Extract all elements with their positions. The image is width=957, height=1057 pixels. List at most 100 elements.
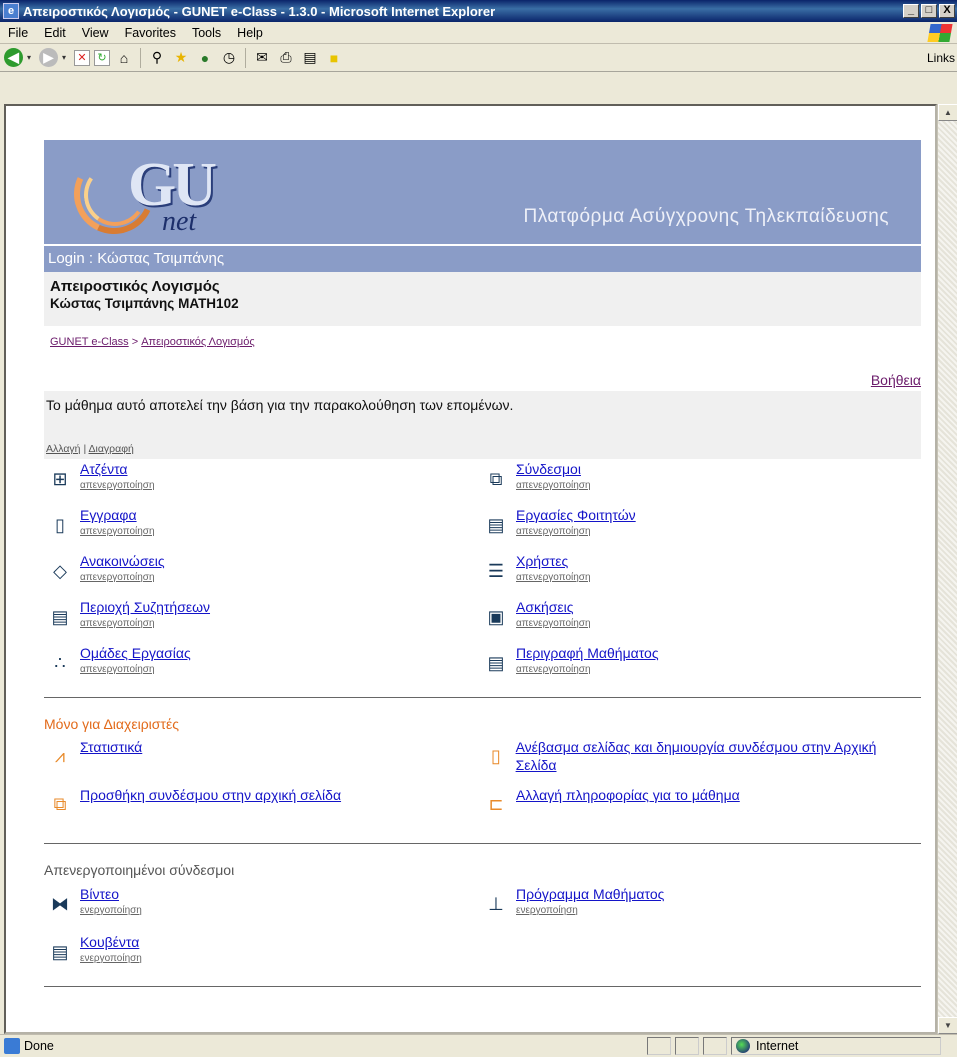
tool-deactivate-link[interactable]: απενεργοποίηση [516, 572, 591, 583]
description-delete-link[interactable]: Διαγραφή [89, 443, 134, 455]
admin-link[interactable]: Στατιστικά [80, 738, 142, 756]
site-banner: GU net Πλατφόρμα Ασύγχρονης Τηλεκπαίδευσ… [44, 140, 921, 246]
tool-deactivate-link[interactable]: απενεργοποίηση [516, 480, 591, 491]
tool-deactivate-link[interactable]: απενεργοποίηση [80, 480, 155, 491]
windows-logo-icon [927, 24, 953, 42]
back-icon[interactable]: ◀ [4, 48, 23, 67]
tool-link[interactable]: Κουβέντα [80, 934, 142, 950]
agenda-icon: ⊞ [52, 468, 68, 489]
maximize-button[interactable]: □ [921, 4, 937, 18]
breadcrumb-current[interactable]: Απειροστικός Λογισμός [141, 336, 254, 348]
tool-link[interactable]: Εργασίες Φοιτητών [516, 507, 636, 523]
tool-link[interactable]: Ασκήσεις [516, 599, 591, 615]
course-title: Απειροστικός Λογισμός [50, 278, 220, 295]
menu-bar: File Edit View Favorites Tools Help [0, 22, 957, 44]
window-title-bar: e Απειροστικός Λογισμός - GUNET e-Class … [0, 0, 957, 22]
description-edit-link[interactable]: Αλλαγή [46, 443, 81, 455]
home-icon[interactable]: ⌂ [114, 48, 134, 68]
window-title: Απειροστικός Λογισμός - GUNET e-Class - … [23, 3, 496, 19]
menu-view[interactable]: View [74, 26, 117, 40]
vertical-scrollbar[interactable]: ▲ ▼ [937, 104, 957, 1034]
divider [44, 986, 921, 987]
tool-users: ☰ Χρήστες απενεργοποίηση [480, 553, 916, 591]
divider [44, 697, 921, 698]
tool-exercises: ▣ Ασκήσεις απενεργοποίηση [480, 599, 916, 637]
menu-edit[interactable]: Edit [36, 26, 74, 40]
scroll-down-icon[interactable]: ▼ [938, 1017, 957, 1034]
admin-upload-page: ▯ Ανέβασμα σελίδας και δημιουργία συνδέσ… [480, 738, 916, 774]
course-subtitle: Κώστας Τσιμπάνης MATH102 [50, 296, 239, 311]
divider [44, 843, 921, 844]
back-dropdown-icon[interactable]: ▾ [27, 53, 35, 62]
tool-deactivate-link[interactable]: απενεργοποίηση [516, 526, 636, 537]
refresh-icon[interactable]: ↻ [94, 49, 110, 66]
admin-link[interactable]: Ανέβασμα σελίδας και δημιουργία συνδέσμο… [516, 738, 916, 774]
tool-link[interactable]: Χρήστες [516, 553, 591, 569]
course-header: Απειροστικός Λογισμός Κώστας Τσιμπάνης M… [44, 272, 921, 326]
zone-label: Internet [756, 1039, 799, 1053]
close-button[interactable]: X [939, 4, 955, 18]
tool-link[interactable]: Ομάδες Εργασίας [80, 645, 191, 661]
tool-link[interactable]: Ανακοινώσεις [80, 553, 165, 569]
history-icon[interactable]: ◷ [219, 48, 239, 68]
search-icon[interactable]: ⚲ [147, 48, 167, 68]
tool-deactivate-link[interactable]: απενεργοποίηση [80, 572, 165, 583]
tool-link[interactable]: Βίντεο [80, 886, 142, 902]
messenger-icon[interactable]: ■ [324, 48, 344, 68]
ie-logo-icon: e [3, 3, 19, 19]
tool-link[interactable]: Πρόγραμμα Μαθήματος [516, 886, 664, 902]
tool-link[interactable]: Περιοχή Συζητήσεων [80, 599, 210, 615]
tool-activate-link[interactable]: ενεργοποίηση [516, 905, 664, 916]
forward-dropdown-icon[interactable]: ▾ [62, 53, 70, 62]
minimize-button[interactable]: _ [903, 4, 919, 18]
status-bar: Done Internet [0, 1034, 957, 1057]
menu-help[interactable]: Help [229, 26, 271, 40]
breadcrumb-home[interactable]: GUNET e-Class [50, 336, 129, 348]
upload-page-icon: ▯ [490, 746, 501, 766]
login-bar: Login : Κώστας Τσιμπάνης [44, 244, 921, 272]
admin-add-link: ⧉ Προσθήκη συνδέσμου στην αρχική σελίδα [44, 786, 480, 815]
tool-link[interactable]: Εγγραφα [80, 507, 155, 523]
admin-course-info: ⊏ Αλλαγή πληροφορίας για το μάθημα [480, 786, 916, 815]
forward-icon[interactable]: ▶ [39, 48, 58, 67]
security-zone: Internet [731, 1037, 941, 1055]
tool-deactivate-link[interactable]: απενεργοποίηση [516, 618, 591, 629]
scroll-up-icon[interactable]: ▲ [938, 104, 957, 121]
stop-icon[interactable]: ✕ [74, 49, 90, 66]
inactive-course-program: ⊥ Πρόγραμμα Μαθήματος ενεργοποίηση [480, 886, 916, 924]
tool-announcements: ◇ Ανακοινώσεις απενεργοποίηση [44, 553, 480, 591]
print-icon[interactable]: ⎙ [276, 48, 296, 68]
menu-file[interactable]: File [0, 26, 36, 40]
media-icon[interactable]: ● [195, 48, 215, 68]
tool-activate-link[interactable]: ενεργοποίηση [80, 905, 142, 916]
inactive-grid: ⧓ Βίντεο ενεργοποίηση ⊥ Πρόγραμμα Μαθήματ… [44, 886, 921, 972]
course-description: Το μάθημα αυτό αποτελεί την βάση για την… [44, 391, 921, 459]
tool-link[interactable]: Ατζέντα [80, 461, 155, 477]
browser-content: GU net Πλατφόρμα Ασύγχρονης Τηλεκπαίδευσ… [4, 104, 937, 1034]
toolbar-separator [140, 47, 141, 68]
tool-deactivate-link[interactable]: απενεργοποίηση [80, 526, 155, 537]
statistics-icon: ⩘ [54, 746, 66, 766]
menu-tools[interactable]: Tools [184, 26, 229, 40]
tool-agenda: ⊞ Ατζέντα απενεργοποίηση [44, 461, 480, 499]
course-description-icon: ▤ [487, 652, 505, 673]
tool-deactivate-link[interactable]: απενεργοποίηση [516, 664, 659, 675]
tool-groups: ∴ Ομάδες Εργασίας απενεργοποίηση [44, 645, 480, 683]
tool-links: ⧉ Σύνδεσμοι απενεργοποίηση [480, 461, 916, 499]
admin-link[interactable]: Προσθήκη συνδέσμου στην αρχική σελίδα [80, 786, 341, 804]
menu-favorites[interactable]: Favorites [117, 26, 184, 40]
status-cell [675, 1037, 699, 1055]
links-label[interactable]: Links [927, 51, 955, 65]
help-link[interactable]: Βοήθεια [871, 372, 921, 388]
video-icon: ⧓ [51, 893, 69, 914]
tool-link[interactable]: Περιγραφή Μαθήματος [516, 645, 659, 661]
tool-deactivate-link[interactable]: απενεργοποίηση [80, 618, 210, 629]
tool-deactivate-link[interactable]: απενεργοποίηση [80, 664, 191, 675]
tool-link[interactable]: Σύνδεσμοι [516, 461, 591, 477]
favorites-star-icon[interactable]: ★ [171, 48, 191, 68]
mail-icon[interactable]: ✉ [252, 48, 272, 68]
admin-link[interactable]: Αλλαγή πληροφορίας για το μάθημα [516, 786, 740, 804]
scroll-track[interactable] [938, 121, 957, 1017]
tool-activate-link[interactable]: ενεργοποίηση [80, 953, 142, 964]
edit-icon[interactable]: ▤ [300, 48, 320, 68]
